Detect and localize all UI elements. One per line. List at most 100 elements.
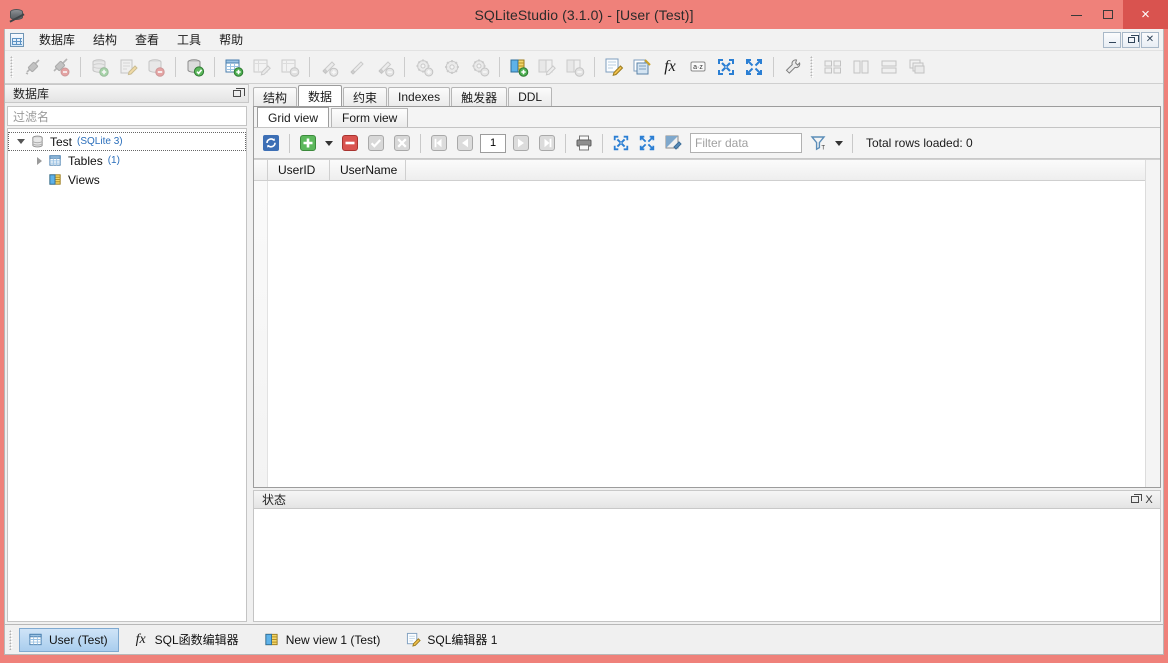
create-trigger-icon[interactable] [410, 54, 438, 80]
mdi-close-button[interactable]: ✕ [1141, 31, 1159, 48]
database-tree[interactable]: Test (SQLite 3) Tables (1) Views [7, 128, 247, 622]
delete-trigger-icon[interactable] [466, 54, 494, 80]
open-configuration-icon[interactable] [779, 54, 807, 80]
tree-node-tables-count: (1) [107, 155, 120, 166]
title-bar: SQLiteStudio (3.1.0) - [User (Test)] × [0, 0, 1168, 29]
taskbar-item-sql-editor-1[interactable]: SQL编辑器 1 [397, 628, 508, 652]
tile-horizontal-icon[interactable] [875, 54, 903, 80]
tab-data[interactable]: 数据 [298, 85, 343, 106]
toolbar-grip[interactable] [810, 56, 816, 78]
grid-corner-cell[interactable] [254, 160, 268, 180]
table-tabs: 结构 数据 约束 Indexes 触发器 DDL [249, 84, 1161, 106]
custom-sql-function-icon[interactable]: fx [656, 54, 684, 80]
close-button[interactable]: × [1123, 0, 1168, 29]
filter-dropdown-arrow-icon[interactable] [832, 132, 846, 154]
tab-indexes[interactable]: Indexes [388, 87, 451, 106]
tab-ddl[interactable]: DDL [508, 87, 553, 106]
data-view-tabs: Grid view Form view [254, 107, 1160, 128]
last-page-icon[interactable] [535, 132, 559, 154]
tile-vertical-icon[interactable] [847, 54, 875, 80]
open-sql-functions-editor-icon[interactable] [628, 54, 656, 80]
grid-collapse-icon[interactable] [609, 132, 633, 154]
mdi-minimize-button[interactable] [1103, 31, 1121, 48]
tree-node-tables[interactable]: Tables (1) [8, 151, 246, 170]
status-panel-title: 状态 [262, 493, 287, 507]
delete-index-icon[interactable] [371, 54, 399, 80]
taskbar-item-sql-functions-editor[interactable]: fx SQL函数编辑器 [125, 628, 250, 652]
expander-collapse-icon[interactable] [14, 135, 28, 149]
maximize-button[interactable] [1092, 0, 1123, 29]
taskbar-grip[interactable] [9, 629, 15, 650]
status-undock-icon[interactable] [1128, 493, 1142, 507]
tables-icon [46, 153, 64, 169]
taskbar-item-new-view-1[interactable]: New view 1 (Test) [256, 628, 392, 652]
edit-view-icon[interactable] [533, 54, 561, 80]
filter-data-input[interactable]: Filter data [690, 133, 802, 153]
create-view-icon[interactable] [505, 54, 533, 80]
edit-index-icon[interactable] [343, 54, 371, 80]
next-page-icon[interactable] [509, 132, 533, 154]
connect-to-database-icon[interactable] [19, 54, 47, 80]
previous-page-icon[interactable] [453, 132, 477, 154]
filter-name-input[interactable]: 过滤名 [7, 106, 247, 126]
subtab-grid-view[interactable]: Grid view [257, 107, 330, 127]
undock-icon[interactable] [230, 87, 245, 101]
cascade-windows-icon[interactable] [903, 54, 931, 80]
data-grid-body[interactable] [254, 181, 1145, 487]
disconnect-from-database-icon[interactable] [47, 54, 75, 80]
tree-node-database[interactable]: Test (SQLite 3) [8, 132, 246, 151]
grid-column-header-username[interactable]: UserName [330, 160, 406, 180]
import-icon[interactable] [712, 54, 740, 80]
commit-icon[interactable] [364, 132, 388, 154]
insert-row-icon[interactable] [296, 132, 320, 154]
delete-view-icon[interactable] [561, 54, 589, 80]
window-title: SQLiteStudio (3.1.0) - [User (Test)] [474, 6, 694, 23]
databases-panel-title: 数据库 [13, 87, 50, 101]
tile-windows-icon[interactable] [819, 54, 847, 80]
menu-structure[interactable]: 结构 [84, 29, 126, 50]
grid-expand-icon[interactable] [635, 132, 659, 154]
tab-triggers[interactable]: 触发器 [451, 87, 508, 106]
grid-column-header-userid[interactable]: UserID [268, 160, 330, 180]
remove-database-icon[interactable] [142, 54, 170, 80]
toolbar-grip[interactable] [10, 56, 16, 78]
mdi-restore-button[interactable] [1122, 31, 1140, 48]
print-icon[interactable] [572, 132, 596, 154]
menu-help[interactable]: 帮助 [210, 29, 252, 50]
refresh-icon[interactable] [259, 132, 283, 154]
open-sql-editor-icon[interactable] [600, 54, 628, 80]
sort-toggle-icon[interactable] [661, 132, 685, 154]
filter-funnel-icon[interactable]: T [806, 132, 830, 154]
data-grid-vertical-scrollbar[interactable] [1145, 160, 1160, 487]
rollback-icon[interactable] [390, 132, 414, 154]
collation-editor-icon[interactable]: a·z [684, 54, 712, 80]
status-close-icon[interactable]: X [1142, 493, 1156, 507]
tree-node-views[interactable]: Views [8, 170, 246, 189]
add-database-icon[interactable] [86, 54, 114, 80]
first-page-icon[interactable] [427, 132, 451, 154]
insert-row-dropdown-arrow-icon[interactable] [322, 132, 336, 154]
taskbar-item-user-test[interactable]: User (Test) [19, 627, 119, 652]
tab-constraints[interactable]: 约束 [343, 87, 388, 106]
menu-database[interactable]: 数据库 [30, 29, 84, 50]
create-index-icon[interactable] [315, 54, 343, 80]
edit-table-icon[interactable] [248, 54, 276, 80]
data-grid[interactable]: UserID UserName [254, 160, 1145, 487]
main-toolbar: fx a·z [5, 51, 1163, 84]
tab-structure[interactable]: 结构 [253, 87, 298, 106]
tree-node-database-label: Test [50, 134, 73, 149]
export-icon[interactable] [740, 54, 768, 80]
create-table-icon[interactable] [220, 54, 248, 80]
connect-database-icon[interactable] [181, 54, 209, 80]
menu-tools[interactable]: 工具 [168, 29, 210, 50]
minimize-button[interactable] [1061, 0, 1092, 29]
delete-table-icon[interactable] [276, 54, 304, 80]
page-number-input[interactable]: 1 [480, 133, 506, 153]
menu-view[interactable]: 查看 [126, 29, 168, 50]
edit-trigger-icon[interactable] [438, 54, 466, 80]
expander-expand-icon[interactable] [32, 154, 46, 168]
status-log-area[interactable] [253, 509, 1161, 622]
delete-row-icon[interactable] [338, 132, 362, 154]
edit-database-icon[interactable] [114, 54, 142, 80]
subtab-form-view[interactable]: Form view [331, 108, 409, 127]
